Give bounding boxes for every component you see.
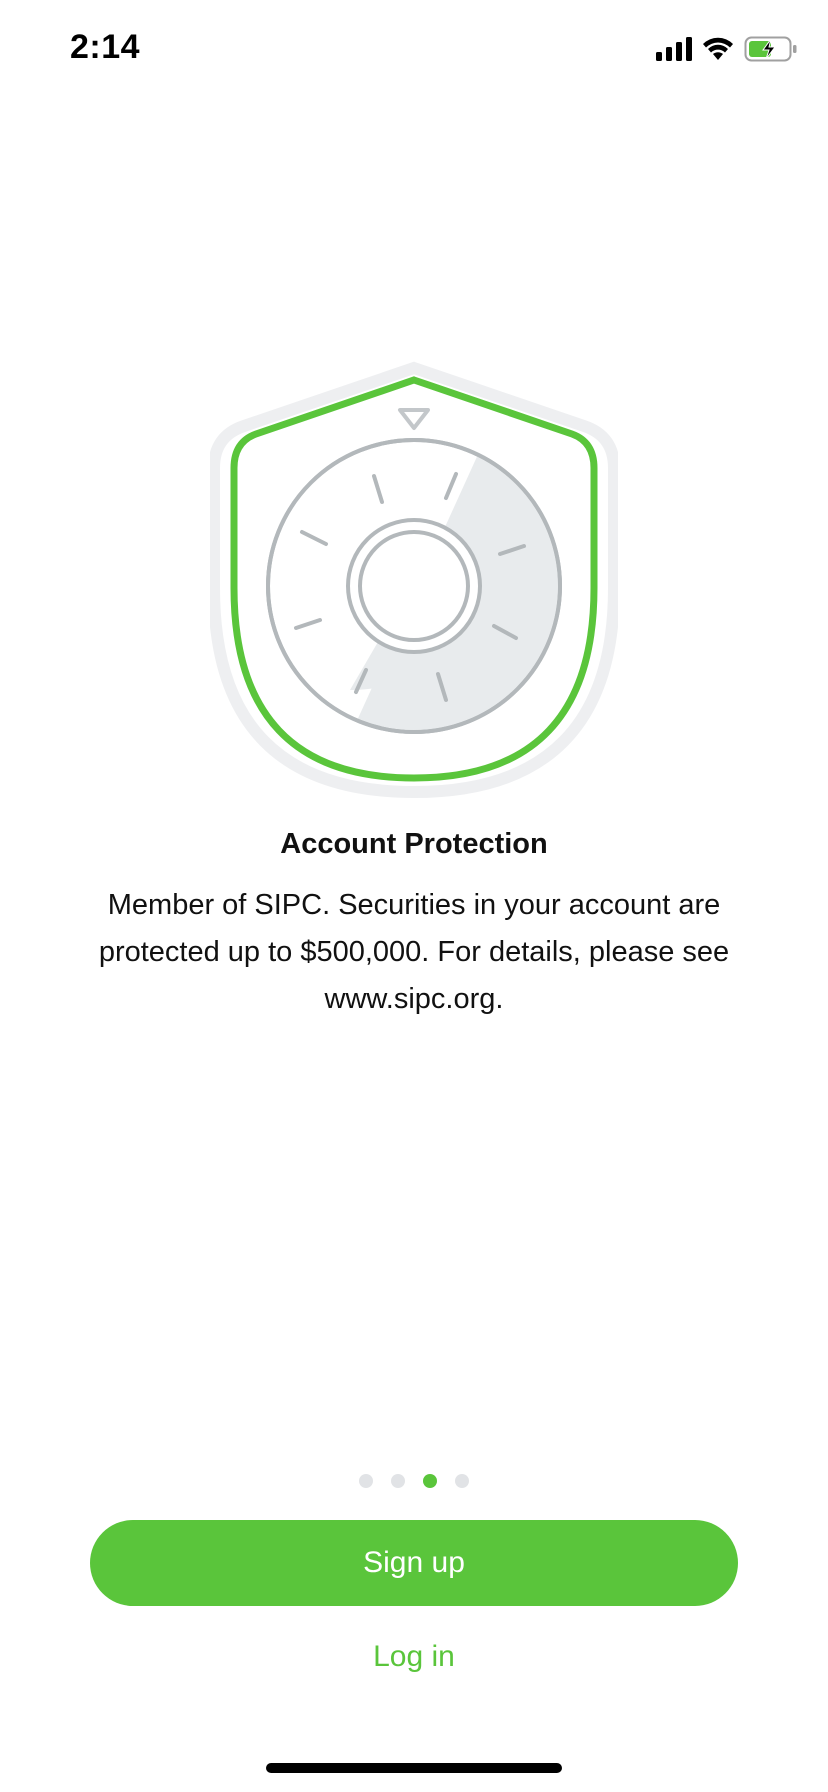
description-text: Member of SIPC. Securities in your accou…: [98, 889, 730, 1015]
page-dot-3-active[interactable]: [423, 1474, 437, 1488]
log-in-link[interactable]: Log in: [0, 1640, 828, 1674]
home-indicator[interactable]: [266, 1763, 562, 1773]
status-icons: [656, 34, 798, 64]
sign-up-button-label: Sign up: [363, 1546, 465, 1579]
page-indicator[interactable]: [0, 1474, 828, 1488]
page-dot-4[interactable]: [455, 1474, 469, 1488]
page-dot-1[interactable]: [359, 1474, 373, 1488]
page-dot-2[interactable]: [391, 1474, 405, 1488]
shield-safe-dial-icon: [208, 361, 620, 799]
wifi-icon: [703, 37, 733, 60]
signal-icon: [656, 37, 692, 61]
sign-up-button[interactable]: Sign up: [90, 1520, 738, 1606]
page-title: Account Protection: [280, 828, 548, 860]
shield-safe-dial-illustration: [208, 360, 620, 800]
status-time: 2:14: [70, 28, 141, 66]
status-bar: 2:14: [0, 0, 828, 100]
battery-charging-icon: [744, 36, 797, 62]
